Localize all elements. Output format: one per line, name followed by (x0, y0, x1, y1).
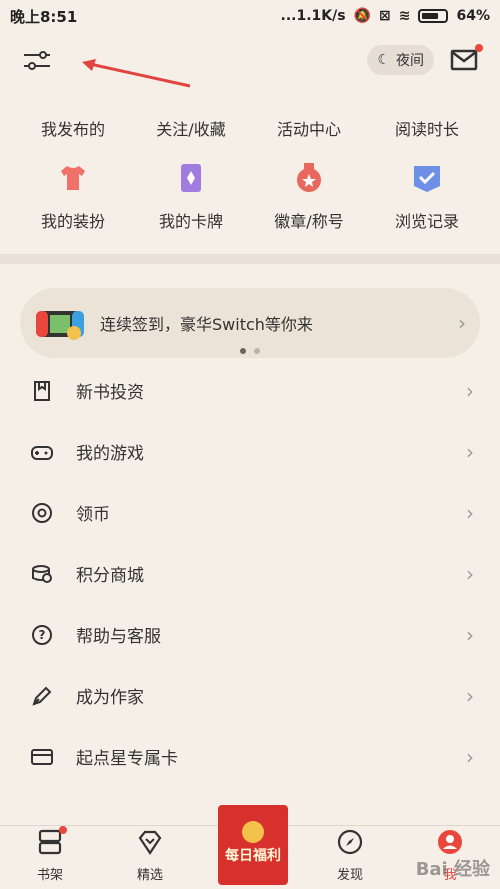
menu-item-new-book-invest[interactable]: 新书投资 › (0, 360, 500, 421)
nav-featured[interactable]: 精选 (115, 828, 185, 883)
card-icon (31, 748, 53, 765)
points-icon (32, 564, 52, 583)
status-bar: 晚上8:51 ...1.1K/s 🔕 ⊠ ≋ 64% (0, 0, 500, 32)
menu-item-help-service[interactable]: ? 帮助与客服 › (0, 604, 500, 665)
chevron-right-icon: › (466, 683, 474, 708)
moon-icon: ☾ (377, 52, 390, 68)
nav-discover[interactable]: 发现 (315, 828, 385, 883)
chevron-right-icon: › (466, 500, 474, 525)
banner-pagination (0, 348, 500, 354)
envelope-icon (450, 49, 478, 71)
chevron-right-icon: › (458, 311, 466, 335)
nav-badge (59, 826, 67, 834)
grid-item-my-posts[interactable]: 我发布的 (18, 116, 128, 140)
coin-icon (32, 502, 52, 523)
grid-item-activity-center[interactable]: 活动中心 (254, 116, 364, 140)
grid-item-badges[interactable]: 徽章/称号 (254, 162, 364, 232)
grid-item-reading-time[interactable]: 阅读时长 (372, 116, 482, 140)
compass-icon (337, 829, 363, 855)
pagination-dot (240, 348, 246, 354)
menu-list: 新书投资 › 我的游戏 › 领币 › 积分商城 › ? 帮助与客服 › 成为作家… (0, 360, 500, 787)
quick-grid-row-1: 我发布的 关注/收藏 活动中心 阅读时长 (0, 88, 500, 144)
shirt-icon (61, 166, 85, 190)
chevron-right-icon: › (466, 744, 474, 769)
grid-item-follow-favorites[interactable]: 关注/收藏 (136, 116, 246, 140)
red-packet-seal-icon (242, 821, 264, 843)
chevron-right-icon: › (466, 622, 474, 647)
grid-item-my-outfits[interactable]: 我的装扮 (18, 162, 128, 232)
menu-item-become-author[interactable]: 成为作家 › (0, 665, 500, 726)
status-time: 晚上8:51 (10, 7, 78, 26)
grid-item-browse-history[interactable]: 浏览记录 (372, 162, 482, 232)
chevron-right-icon: › (466, 378, 474, 403)
pagination-dot (254, 348, 260, 354)
mail-button[interactable] (450, 44, 483, 71)
sim-icon: ⊠ (379, 8, 391, 24)
top-bar: ☾ 夜间 (0, 32, 500, 88)
battery-percent: 64% (456, 8, 490, 24)
switch-console-icon (36, 311, 84, 340)
night-mode-label: 夜间 (396, 53, 424, 69)
menu-item-points-mall[interactable]: 积分商城 › (0, 543, 500, 604)
menu-item-get-coins[interactable]: 领币 › (0, 482, 500, 543)
pen-icon (32, 686, 52, 706)
section-divider (0, 254, 500, 264)
card-icon (181, 164, 201, 192)
gamepad-icon (31, 445, 53, 460)
nav-bookshelf[interactable]: 书架 (15, 826, 85, 883)
medal-icon (297, 163, 321, 192)
network-speed: ...1.1K/s (280, 8, 346, 24)
svg-text:?: ? (39, 628, 46, 642)
profile-icon (438, 830, 462, 854)
chevron-right-icon: › (466, 439, 474, 464)
status-indicators: ...1.1K/s 🔕 ⊠ ≋ 64% (281, 8, 490, 24)
settings-icon[interactable] (22, 45, 52, 75)
battery-icon (418, 9, 449, 23)
banner-text: 连续签到，豪华Switch等你来 (100, 315, 313, 334)
bookmark-icon (34, 380, 50, 401)
daily-bonus-button[interactable]: 每日福利 (218, 805, 288, 885)
history-icon (414, 166, 440, 192)
wifi-icon: ≋ (398, 8, 411, 24)
night-mode-button[interactable]: ☾ 夜间 (367, 45, 434, 75)
menu-item-star-card[interactable]: 起点星专属卡 › (0, 726, 500, 787)
quick-grid-row-2: 我的装扮 我的卡牌 徽章/称号 浏览记录 (0, 144, 500, 250)
grid-item-my-cards[interactable]: 我的卡牌 (136, 162, 246, 232)
help-icon: ? (32, 624, 52, 645)
mute-icon: 🔕 (353, 8, 372, 24)
diamond-icon (138, 830, 162, 855)
menu-item-my-games[interactable]: 我的游戏 › (0, 421, 500, 482)
chevron-right-icon: › (466, 561, 474, 586)
mail-badge (475, 44, 483, 52)
annotation-arrow (82, 59, 191, 88)
watermark: Bai 经验 (415, 859, 490, 880)
